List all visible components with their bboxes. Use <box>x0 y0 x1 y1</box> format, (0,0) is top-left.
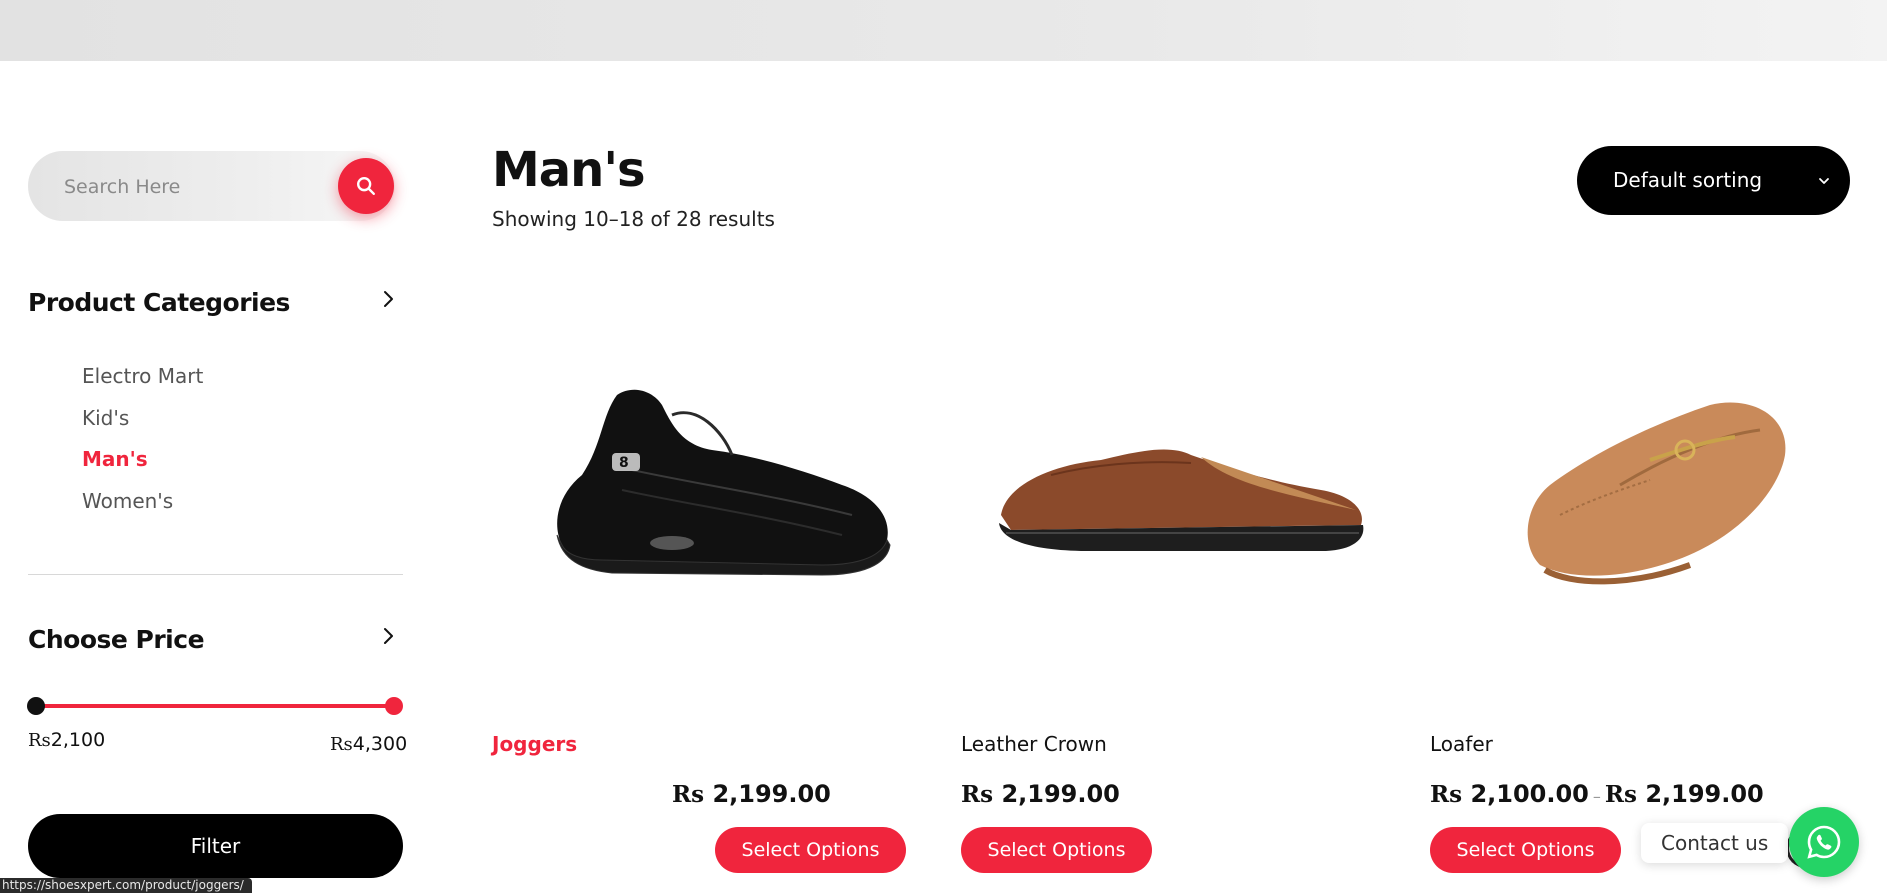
product-image[interactable] <box>961 270 1401 700</box>
chevron-down-icon <box>1819 178 1829 184</box>
select-options-button[interactable]: Select Options <box>715 827 906 873</box>
sidebar-divider <box>28 574 403 575</box>
contact-us-bubble[interactable]: Contact us <box>1641 823 1789 863</box>
search-input[interactable] <box>64 173 314 201</box>
product-image[interactable] <box>1430 270 1870 700</box>
price-min-value: Rs2,100 <box>28 729 106 751</box>
product-name[interactable]: Leather Crown <box>961 732 1107 756</box>
category-item-womens[interactable]: Women's <box>82 489 203 531</box>
price-max-value: Rs4,300 <box>330 733 408 755</box>
search-icon <box>357 177 375 195</box>
product-card: Leather Crown Rs 2,199.00 Select Options <box>961 270 1401 893</box>
price-heading: Choose Price <box>28 625 205 654</box>
chevron-right-icon[interactable] <box>378 289 398 309</box>
sort-dropdown[interactable]: Default sorting <box>1577 146 1850 215</box>
price-slider-track[interactable] <box>36 704 394 708</box>
filter-button[interactable]: Filter <box>28 814 403 878</box>
whatsapp-icon <box>1807 825 1841 859</box>
tan-loafer-image <box>1527 402 1786 585</box>
select-options-button[interactable]: Select Options <box>961 827 1152 873</box>
search-box <box>28 151 395 221</box>
sort-label: Default sorting <box>1613 168 1763 192</box>
product-image[interactable]: 8 <box>492 270 932 700</box>
chevron-right-icon[interactable] <box>378 626 398 646</box>
categories-heading: Product Categories <box>28 288 290 317</box>
price-slider-max-handle[interactable] <box>385 697 403 715</box>
category-item-mans[interactable]: Man's <box>82 447 203 489</box>
result-count: Showing 10–18 of 28 results <box>492 207 775 231</box>
category-list: Electro Mart Kid's Man's Women's <box>82 364 203 530</box>
price-slider-min-handle[interactable] <box>27 697 45 715</box>
product-name[interactable]: Loafer <box>1430 732 1493 756</box>
status-bar-url: https://shoesxpert.com/product/joggers/ <box>0 878 252 893</box>
product-name[interactable]: Joggers <box>492 732 577 756</box>
product-price-range: Rs 2,100.00– Rs 2,199.00 <box>1430 780 1764 808</box>
product-price: Rs 2,199.00 <box>672 780 831 808</box>
product-card: Loafer Rs 2,100.00– Rs 2,199.00 Select Op… <box>1430 270 1870 893</box>
whatsapp-button[interactable] <box>1789 807 1859 877</box>
product-card: 8 Joggers Rs 2,199.00 Select Options <box>492 270 932 893</box>
svg-text:8: 8 <box>619 455 629 471</box>
search-button[interactable] <box>338 158 394 214</box>
category-item-kids[interactable]: Kid's <box>82 406 203 448</box>
page-title: Man's <box>492 142 646 198</box>
black-sneaker-image: 8 <box>556 389 891 576</box>
brown-mule-image <box>999 449 1364 551</box>
category-item-electro-mart[interactable]: Electro Mart <box>82 364 203 406</box>
product-price: Rs 2,199.00 <box>961 780 1120 808</box>
top-header-bar <box>0 0 1887 61</box>
select-options-button[interactable]: Select Options <box>1430 827 1621 873</box>
